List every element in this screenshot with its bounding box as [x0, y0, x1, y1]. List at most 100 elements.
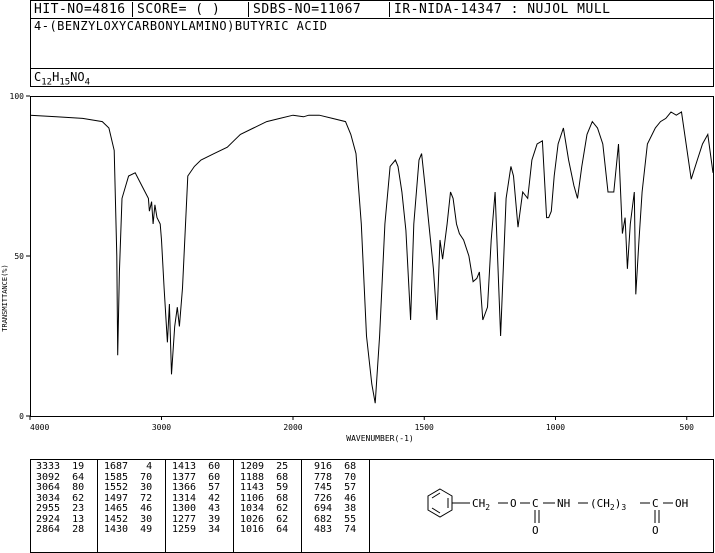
- peak-wavenumber: 1585: [104, 471, 129, 483]
- peak-wavenumber: 1687: [104, 461, 129, 472]
- x-tick-label: 3000: [152, 423, 171, 432]
- peak-transmittance: 72: [140, 492, 153, 504]
- oxygen-1: O: [510, 497, 517, 510]
- peak-entry: 2864 28: [30, 524, 97, 536]
- peak-transmittance: 23: [72, 503, 85, 514]
- peak-wavenumber: 2864: [36, 524, 61, 535]
- ch2-chain: (CH2)3: [590, 497, 626, 512]
- plot-frame: [30, 96, 714, 417]
- peak-wavenumber: 1430: [104, 524, 129, 535]
- hydroxyl-group: OH: [675, 497, 688, 510]
- peak-wavenumber: 682: [308, 513, 333, 525]
- peak-column: 1687 4 1585 70 1552 30 1497 72 1465 46 1452 3…: [98, 459, 166, 553]
- transmittance-trace: [29, 111, 714, 404]
- x-tick-label: 1000: [546, 423, 565, 432]
- peak-transmittance: 46: [344, 492, 357, 504]
- peak-transmittance: 62: [72, 492, 85, 504]
- peak-wavenumber: 1034: [240, 503, 265, 514]
- peak-transmittance: 49: [140, 524, 153, 535]
- peak-transmittance: 39: [208, 513, 221, 525]
- peak-wavenumber: 694: [308, 503, 333, 514]
- peak-transmittance: 68: [276, 471, 289, 483]
- peak-transmittance: 62: [276, 513, 289, 525]
- nh-group: NH: [557, 497, 570, 510]
- y-tick-label: 0: [19, 412, 24, 421]
- peak-column: 1413 60 1377 60 1366 57 1314 42 1300 43 1277 …: [166, 459, 234, 553]
- ir-spectrum-chart: 4000 3000 2000 1500 1000 500100500 WAVENUMBER…: [1, 92, 714, 443]
- peak-transmittance: 46: [140, 503, 153, 514]
- peak-wavenumber: 1452: [104, 513, 129, 525]
- x-tick-label: 2000: [283, 423, 302, 432]
- structure-drawing: CH2 O C O NH (CH2)3 C O OH: [427, 488, 688, 537]
- peak-transmittance: 60: [208, 471, 221, 483]
- peak-transmittance: 55: [344, 513, 357, 525]
- peak-transmittance: 59: [276, 482, 289, 493]
- peak-transmittance: 30: [140, 513, 153, 525]
- peak-transmittance: 43: [208, 503, 221, 514]
- ch2-group: CH2: [472, 497, 490, 512]
- peak-transmittance: 64: [276, 524, 289, 535]
- peak-wavenumber: 1300: [172, 503, 197, 514]
- peak-wavenumber: 1026: [240, 513, 265, 525]
- peak-wavenumber: 1314: [172, 492, 197, 504]
- peak-entry: 483 74: [302, 524, 369, 536]
- peak-transmittance: 30: [140, 482, 153, 493]
- peak-wavenumber: 1143: [240, 482, 265, 493]
- sdbs-no: SDBS-NO=11067: [249, 2, 390, 17]
- y-tick-label: 50: [14, 252, 24, 261]
- peak-transmittance: 57: [208, 482, 221, 493]
- score: SCORE= ( ): [133, 2, 249, 17]
- peak-wavenumber: 726: [308, 492, 333, 504]
- carbonyl-oxygen-2: O: [652, 524, 659, 537]
- compound-name: 4-(BENZYLOXYCARBONYLAMINO)BUTYRIC ACID: [34, 19, 328, 33]
- carbonyl-oxygen-1: O: [532, 524, 539, 537]
- peak-transmittance: 25: [276, 461, 289, 472]
- peak-wavenumber: 745: [308, 482, 333, 493]
- x-tick-label: 1500: [415, 423, 434, 432]
- peak-wavenumber: 1277: [172, 513, 197, 525]
- peak-column: 916 68 778 70 745 57 726 46 694 38 682 5…: [302, 459, 370, 553]
- peak-wavenumber: 778: [308, 471, 333, 483]
- peak-transmittance: 68: [276, 492, 289, 504]
- peak-transmittance: 64: [72, 471, 85, 483]
- peak-wavenumber: 1413: [172, 461, 197, 472]
- peak-wavenumber: 1188: [240, 471, 265, 483]
- peak-column: 3333 19 3092 64 3064 80 3034 62 2955 23 2924 …: [30, 459, 98, 553]
- peak-wavenumber: 483: [308, 524, 333, 535]
- peak-wavenumber: 1209: [240, 461, 265, 472]
- ir-number: IR-NIDA-14347 : NUJOL MULL: [394, 2, 611, 17]
- benzene-ring: [427, 488, 470, 518]
- peak-transmittance: 70: [344, 471, 357, 483]
- peak-wavenumber: 2955: [36, 503, 61, 514]
- peak-entry: 1259 34: [166, 524, 233, 536]
- peak-transmittance: 4: [140, 461, 153, 472]
- header: HIT-NO=4816 SCORE= ( ) SDBS-NO=11067 IR-…: [30, 0, 713, 88]
- peak-entry: 1016 64: [234, 524, 301, 536]
- molecular-formula: C12H15NO4: [34, 70, 91, 88]
- peak-wavenumber: 1016: [240, 524, 265, 535]
- peak-wavenumber: 1366: [172, 482, 197, 493]
- x-axis-label: WAVENUMBER(-1): [346, 434, 413, 443]
- peak-transmittance: 19: [72, 461, 85, 472]
- peak-wavenumber: 1106: [240, 492, 265, 504]
- peak-wavenumber: 3333: [36, 461, 61, 472]
- peak-wavenumber: 1552: [104, 482, 129, 493]
- carbonyl-carbon-2: C: [652, 497, 659, 510]
- y-tick-label: 100: [10, 92, 25, 101]
- y-axis-label: TRANSMITTANCE(%): [1, 264, 9, 331]
- x-tick-label: 500: [680, 423, 695, 432]
- peak-transmittance: 60: [208, 461, 221, 472]
- peak-transmittance: 38: [344, 503, 357, 514]
- peak-transmittance: 80: [72, 482, 85, 493]
- peak-wavenumber: 3034: [36, 492, 61, 504]
- peak-transmittance: 57: [344, 482, 357, 493]
- peak-column: 1209 25 1188 68 1143 59 1106 68 1034 62 1026 …: [234, 459, 302, 553]
- peak-transmittance: 34: [208, 524, 221, 535]
- peak-entry: 1430 49: [98, 524, 165, 536]
- peak-transmittance: 42: [208, 492, 221, 504]
- peak-transmittance: 62: [276, 503, 289, 514]
- peak-wavenumber: 916: [308, 461, 333, 472]
- carbonyl-carbon-1: C: [532, 497, 539, 510]
- peak-wavenumber: 1465: [104, 503, 129, 514]
- peak-transmittance: 74: [344, 524, 357, 535]
